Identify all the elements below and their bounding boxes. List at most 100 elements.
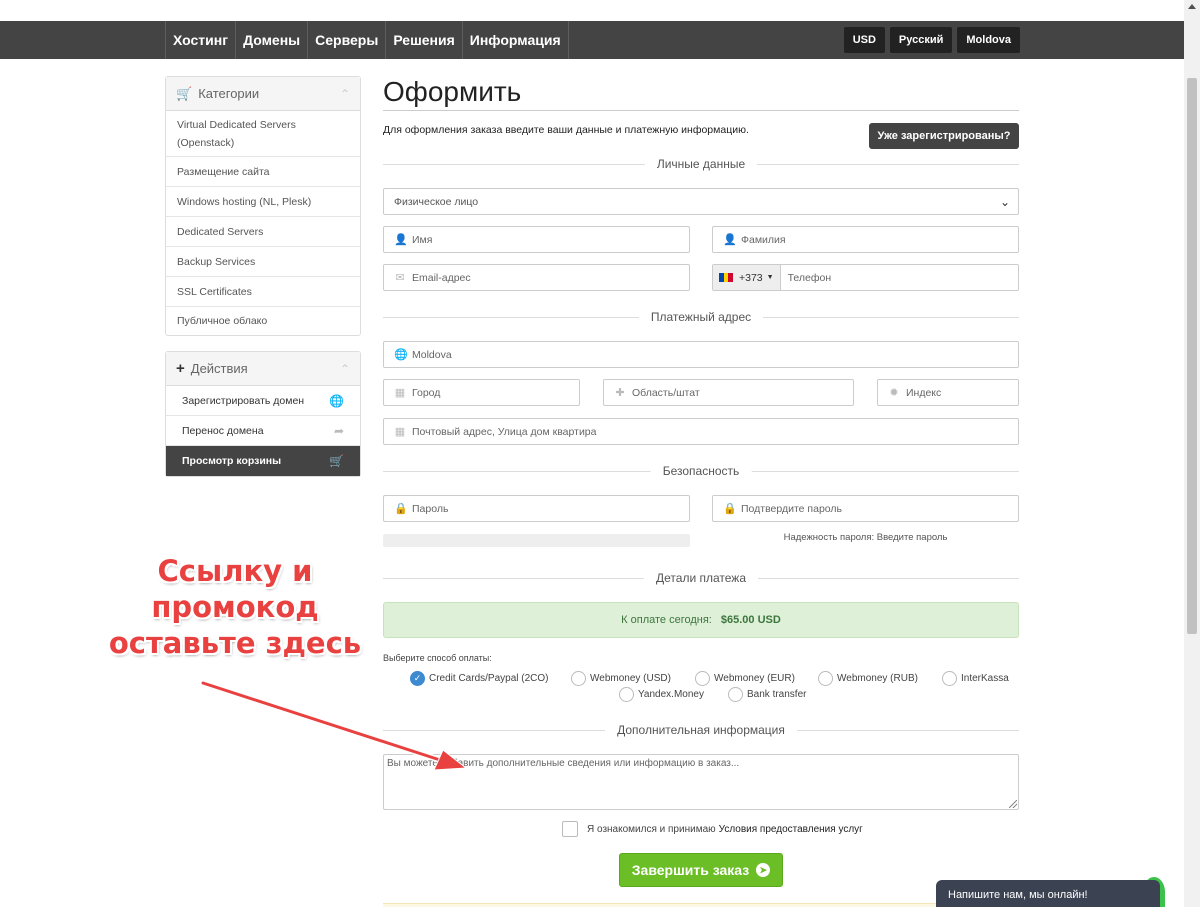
chevron-up-icon[interactable]: ⌃ <box>340 87 350 101</box>
password-confirm-field[interactable]: 🔒 Подтвердите пароль <box>712 495 1019 522</box>
actions-header[interactable]: + Действия ⌃ <box>166 352 360 386</box>
country-value: Moldova <box>412 348 452 361</box>
last-name-field[interactable]: 👤 Фамилия <box>712 226 1019 253</box>
category-item[interactable]: SSL Certificates <box>166 277 360 307</box>
notes-textarea[interactable]: Вы можете добавить дополнительные сведен… <box>383 754 1019 810</box>
payment-option[interactable]: Webmoney (EUR) <box>695 671 795 686</box>
category-item[interactable]: Virtual Dedicated Servers (Openstack) <box>166 111 360 157</box>
radio-checked-icon[interactable]: ✓ <box>410 671 425 686</box>
building-icon: ▦ <box>394 387 406 399</box>
categories-header[interactable]: 🛒 Категории ⌃ <box>166 77 360 111</box>
state-field[interactable]: ✚ Область/штат <box>603 379 854 406</box>
country-field[interactable]: 🌐 Moldova <box>383 341 1019 368</box>
first-name-field[interactable]: 👤 Имя <box>383 226 690 253</box>
nav-menu: Хостинг Домены Серверы Решения Информаци… <box>165 21 569 59</box>
section-title: Безопасность <box>650 464 752 478</box>
password-placeholder: Пароль <box>412 502 449 515</box>
caret-down-icon: ▼ <box>766 274 774 281</box>
address-field[interactable]: ▦ Почтовый адрес, Улица дом квартира <box>383 418 1019 445</box>
due-today-box: К оплате сегодня: $65.00 USD <box>383 602 1019 638</box>
action-register-domain[interactable]: Зарегистрировать домен 🌐 <box>166 386 360 416</box>
phone-country-select[interactable]: +373 ▼ <box>713 265 781 290</box>
tos-agreement: Я ознакомился и принимаю Условия предост… <box>562 821 863 837</box>
payment-option-label: InterKassa <box>961 673 1009 684</box>
zip-field[interactable]: ✹ Индекс <box>877 379 1019 406</box>
scrollbar-thumb[interactable] <box>1187 78 1197 634</box>
annotation-line: Ссылку и <box>157 554 313 588</box>
main-navbar: Хостинг Домены Серверы Решения Информаци… <box>0 21 1184 59</box>
nav-solutions[interactable]: Решения <box>385 21 461 59</box>
radio-button[interactable] <box>619 687 634 702</box>
intro-text: Для оформления заказа введите ваши данны… <box>383 124 749 136</box>
nav-hosting[interactable]: Хостинг <box>165 21 235 59</box>
address-placeholder: Почтовый адрес, Улица дом квартира <box>412 425 597 438</box>
category-item[interactable]: Публичное облако <box>166 307 360 335</box>
password-confirm-placeholder: Подтвердите пароль <box>741 502 843 515</box>
nav-buttons: USD Русский Moldova <box>843 27 1020 53</box>
radio-button[interactable] <box>728 687 743 702</box>
page-scrollbar[interactable] <box>1184 0 1200 907</box>
nav-domains[interactable]: Домены <box>235 21 307 59</box>
logo-area[interactable] <box>170 0 326 21</box>
chevron-up-icon[interactable]: ⌃ <box>340 362 350 376</box>
nav-servers[interactable]: Серверы <box>307 21 385 59</box>
live-chat-widget[interactable]: Напишите нам, мы онлайн! <box>936 880 1160 907</box>
complete-order-label: Завершить заказ <box>631 862 750 878</box>
password-field[interactable]: 🔒 Пароль <box>383 495 690 522</box>
actions-panel: + Действия ⌃ Зарегистрировать домен 🌐 Пе… <box>165 351 361 477</box>
payment-option[interactable]: Yandex.Money <box>619 687 704 702</box>
payment-option[interactable]: InterKassa <box>942 671 1009 686</box>
resize-handle-icon[interactable] <box>1009 800 1017 808</box>
section-billing: Платежный адрес <box>383 310 1019 324</box>
page-title: Оформить <box>383 76 522 107</box>
section-personal: Личные данные <box>383 157 1019 171</box>
payment-option[interactable]: Webmoney (USD) <box>571 671 671 686</box>
already-registered-button[interactable]: Уже зарегистрированы? <box>869 123 1019 149</box>
envelope-icon: ✉ <box>395 272 405 284</box>
section-title: Личные данные <box>644 157 758 171</box>
radio-button[interactable] <box>571 671 586 686</box>
signpost-icon: ✚ <box>615 387 625 399</box>
language-button[interactable]: Русский <box>889 27 953 53</box>
annotation-line: оставьте здесь <box>108 626 362 660</box>
categories-title: Категории <box>198 86 260 101</box>
account-type-value: Физическое лицо <box>394 195 479 208</box>
notes-placeholder: Вы можете добавить дополнительные сведен… <box>387 758 740 769</box>
currency-button[interactable]: USD <box>843 27 885 53</box>
email-field[interactable]: ✉ Email-адрес <box>383 264 690 291</box>
annotation-text: Ссылку и промокод оставьте здесь <box>95 553 375 661</box>
country-button[interactable]: Moldova <box>957 27 1020 53</box>
lock-icon: 🔒 <box>394 503 408 515</box>
payment-option-label: Credit Cards/Paypal (2CO) <box>429 673 549 684</box>
moldova-flag-icon <box>719 273 734 282</box>
state-placeholder: Область/штат <box>632 386 700 399</box>
payment-option[interactable]: ✓ Credit Cards/Paypal (2CO) <box>410 671 548 686</box>
radio-button[interactable] <box>818 671 833 686</box>
action-transfer-domain[interactable]: Перенос домена ➦ <box>166 416 360 446</box>
categories-panel: 🛒 Категории ⌃ Virtual Dedicated Servers … <box>165 76 361 336</box>
user-icon: 👤 <box>394 234 408 246</box>
radio-button[interactable] <box>695 671 710 686</box>
payment-option[interactable]: Bank transfer <box>728 687 806 702</box>
globe-icon: 🌐 <box>329 393 344 408</box>
phone-field[interactable]: +373 ▼ Телефон <box>712 264 1019 291</box>
radio-button[interactable] <box>942 671 957 686</box>
category-item[interactable]: Backup Services <box>166 247 360 277</box>
password-strength-text: Надежность пароля: Введите пароль <box>783 532 948 543</box>
category-item[interactable]: Windows hosting (NL, Plesk) <box>166 187 360 217</box>
category-item[interactable]: Dedicated Servers <box>166 217 360 247</box>
section-payment: Детали платежа <box>383 571 1019 585</box>
account-type-select[interactable]: Физическое лицо ⌄ <box>383 188 1019 215</box>
complete-order-button[interactable]: Завершить заказ ➤ <box>619 853 783 887</box>
nav-information[interactable]: Информация <box>461 21 569 59</box>
phone-placeholder: Телефон <box>787 271 832 284</box>
payment-option[interactable]: Webmoney (RUB) <box>818 671 918 686</box>
tos-checkbox[interactable] <box>562 821 578 837</box>
city-field[interactable]: ▦ Город <box>383 379 580 406</box>
scroll-up-arrow-icon[interactable] <box>1188 4 1196 9</box>
action-view-cart[interactable]: Просмотр корзины 🛒 <box>166 446 360 476</box>
category-item[interactable]: Размещение сайта <box>166 157 360 187</box>
tos-link[interactable]: Условия предоставления услуг <box>719 824 863 835</box>
payment-option-label: Webmoney (EUR) <box>714 673 795 684</box>
section-additional: Дополнительная информация <box>383 723 1019 737</box>
